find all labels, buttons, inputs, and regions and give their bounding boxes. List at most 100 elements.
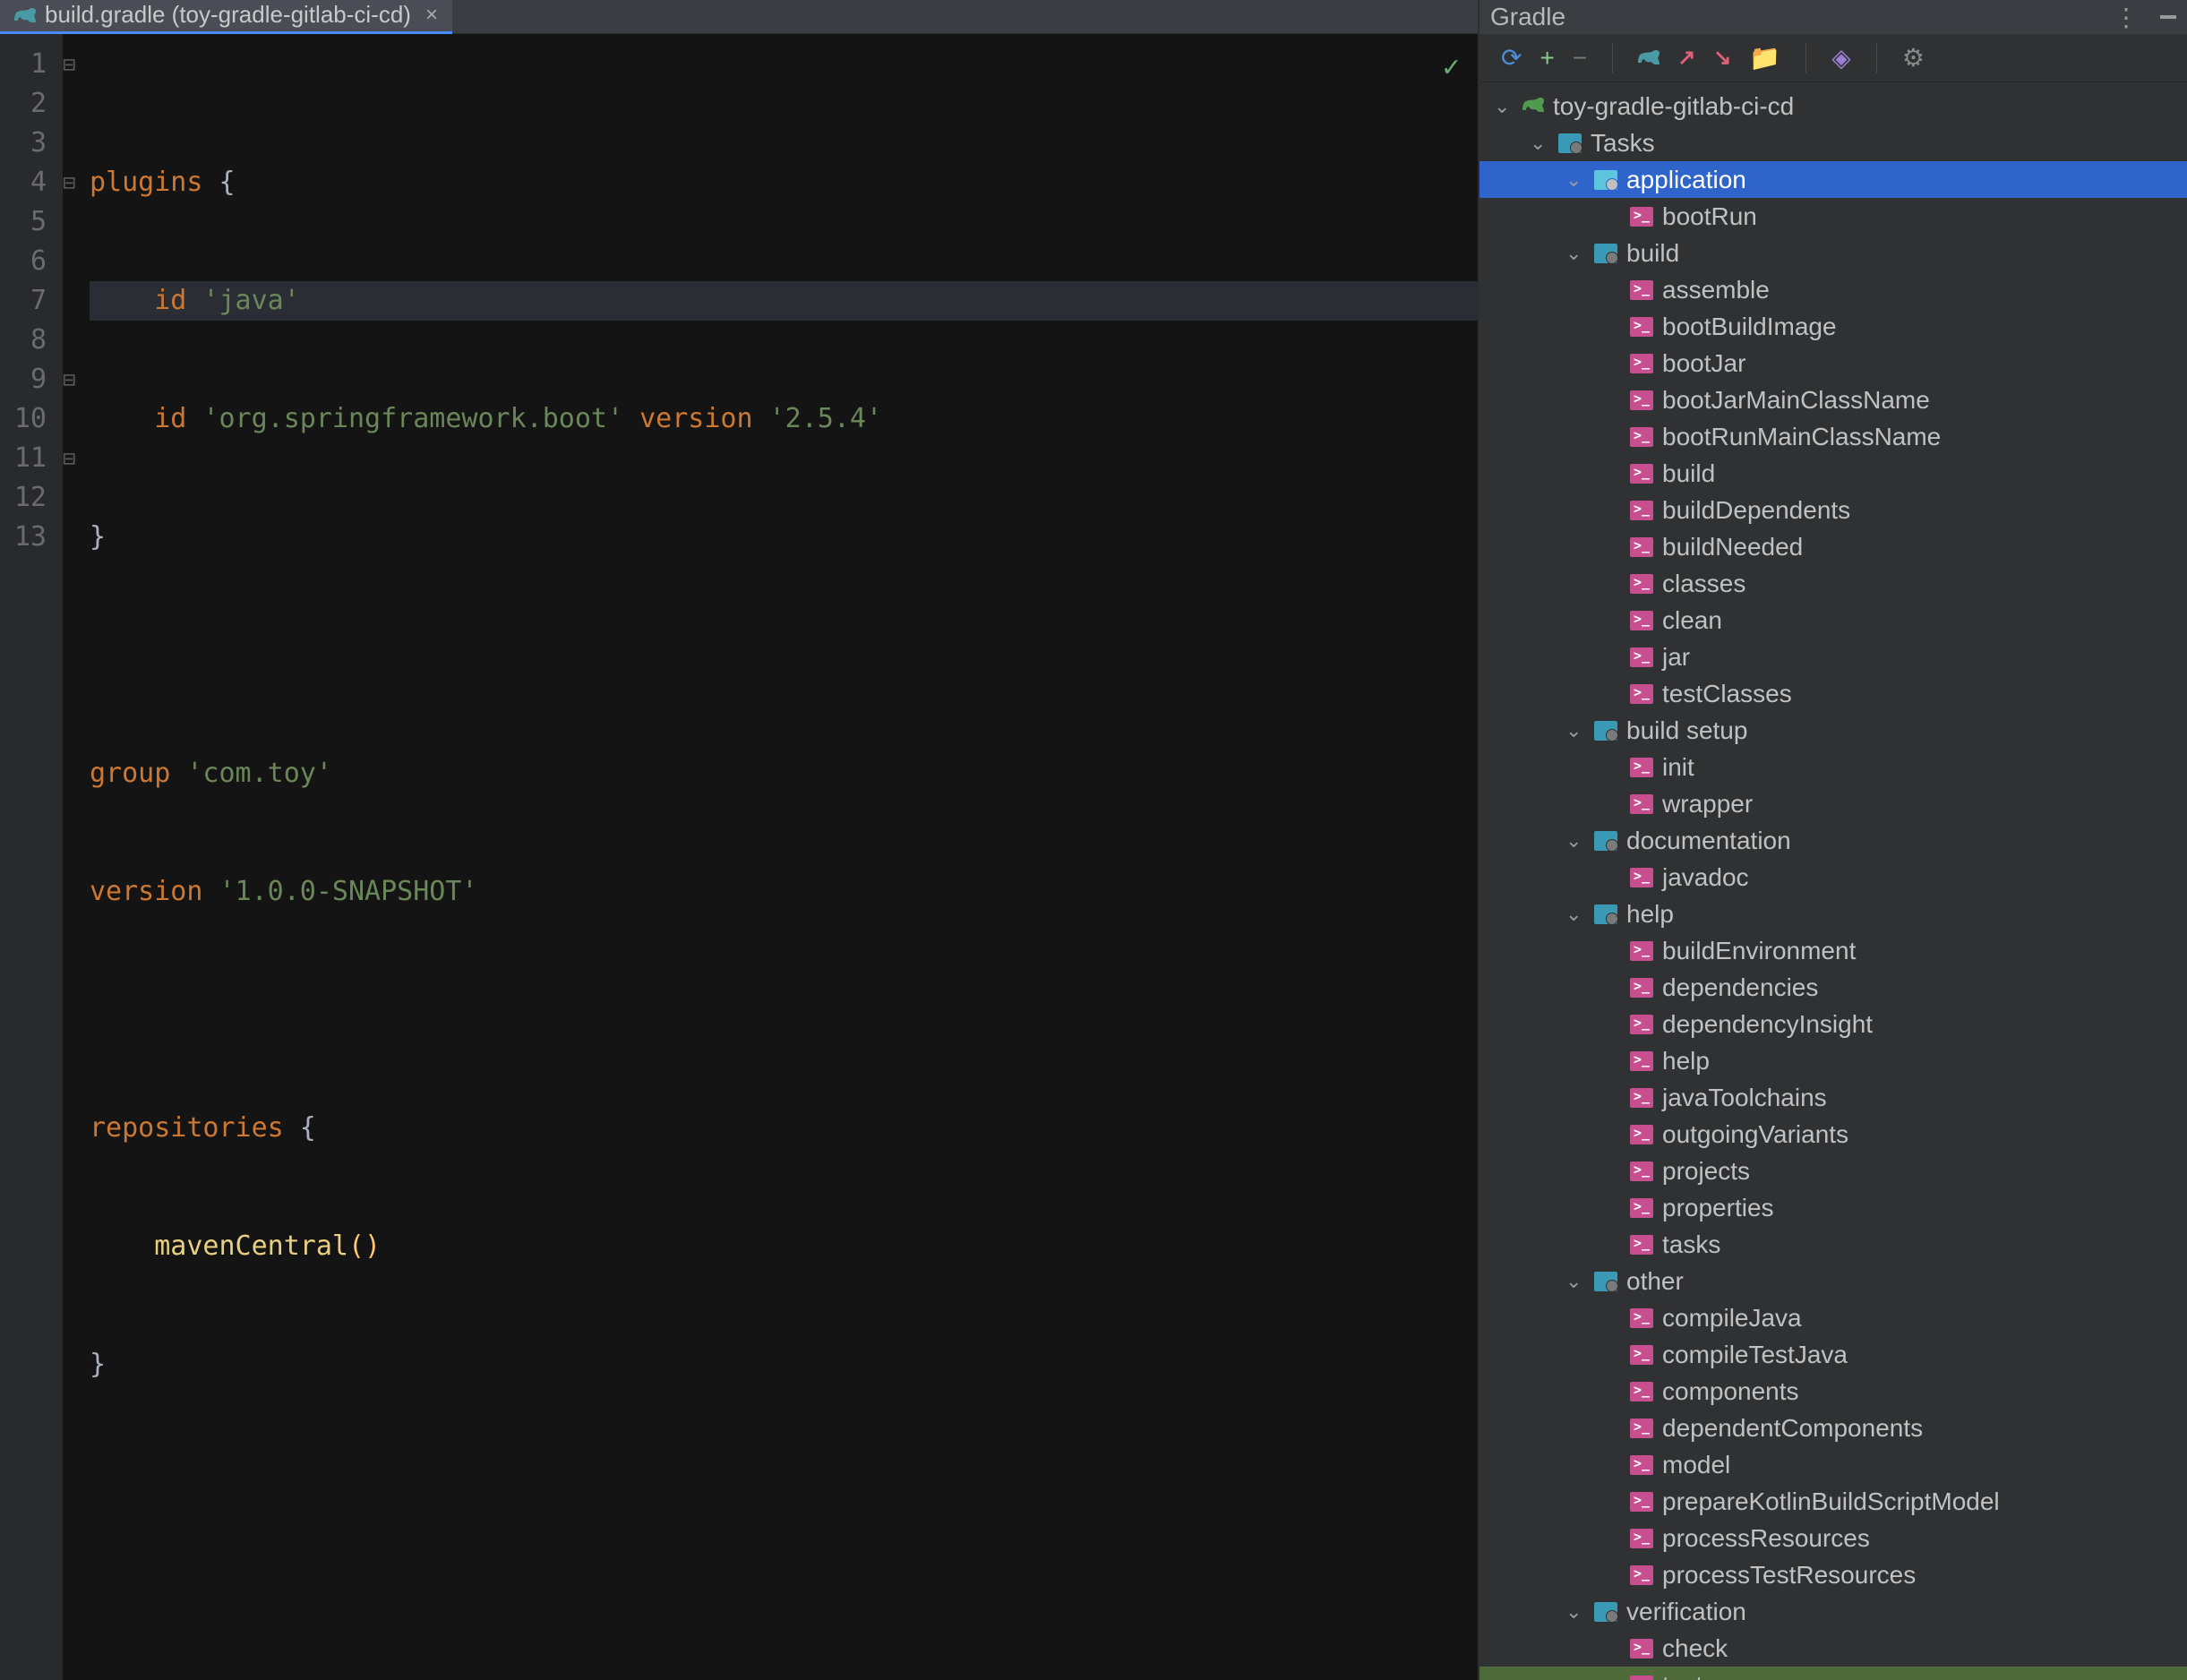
task-icon (1630, 1161, 1653, 1181)
add-icon[interactable]: + (1539, 44, 1554, 73)
close-icon[interactable]: × (425, 3, 438, 28)
more-options-icon[interactable]: ⋮ (2114, 3, 2137, 32)
task-row[interactable]: ·help (1479, 1042, 2187, 1079)
group-label: other (1626, 1267, 1684, 1296)
chevron-down-icon[interactable]: ⌄ (1565, 242, 1585, 265)
task-label: components (1662, 1377, 1799, 1406)
tasks-node[interactable]: ⌄ Tasks (1479, 124, 2187, 161)
task-row[interactable]: ·assemble (1479, 271, 2187, 308)
task-row[interactable]: ·outgoingVariants (1479, 1116, 2187, 1153)
task-icon (1630, 611, 1653, 630)
task-row[interactable]: ·test (1479, 1667, 2187, 1680)
remove-icon[interactable]: − (1573, 44, 1587, 73)
group-build-setup[interactable]: ⌄ build setup (1479, 712, 2187, 749)
chevron-down-icon[interactable]: ⌄ (1565, 1270, 1585, 1293)
offline-icon[interactable]: ◈ (1831, 43, 1851, 73)
task-row[interactable]: ·bootRunMainClassName (1479, 418, 2187, 455)
group-verification[interactable]: ⌄ verification (1479, 1593, 2187, 1630)
task-row[interactable]: ·bootJarMainClassName (1479, 381, 2187, 418)
task-row[interactable]: ·wrapper (1479, 785, 2187, 822)
task-label: prepareKotlinBuildScriptModel (1662, 1487, 2000, 1516)
chevron-down-icon[interactable]: ⌄ (1565, 168, 1585, 192)
task-row[interactable]: ·dependencies (1479, 969, 2187, 1006)
task-icon (1630, 207, 1653, 227)
task-icon (1630, 1345, 1653, 1365)
task-row[interactable]: ·properties (1479, 1189, 2187, 1226)
project-node[interactable]: ⌄ toy-gradle-gitlab-ci-cd (1479, 88, 2187, 124)
separator (1612, 43, 1613, 73)
task-label: test (1662, 1671, 1702, 1680)
task-row[interactable]: ·dependencyInsight (1479, 1006, 2187, 1042)
chevron-down-icon[interactable]: ⌄ (1565, 903, 1585, 926)
task-icon (1630, 1308, 1653, 1328)
task-label: dependencyInsight (1662, 1010, 1873, 1039)
task-icon (1630, 1125, 1653, 1144)
chevron-down-icon[interactable]: ⌄ (1565, 1600, 1585, 1624)
task-row[interactable]: ·testClasses (1479, 675, 2187, 712)
task-row[interactable]: ·compileTestJava (1479, 1336, 2187, 1373)
fold-end-icon[interactable]: ⊟ (63, 439, 90, 478)
group-build[interactable]: ⌄ build (1479, 235, 2187, 271)
task-row[interactable]: ·javadoc (1479, 859, 2187, 896)
task-row[interactable]: ·buildNeeded (1479, 528, 2187, 565)
task-row[interactable]: ·tasks (1479, 1226, 2187, 1263)
task-icon (1630, 1088, 1653, 1108)
task-label: dependencies (1662, 973, 1818, 1002)
file-tab[interactable]: build.gradle (toy-gradle-gitlab-ci-cd) × (0, 0, 452, 35)
group-documentation[interactable]: ⌄ documentation (1479, 822, 2187, 859)
task-row[interactable]: ·bootJar (1479, 345, 2187, 381)
expand-all-icon[interactable]: ↗ (1677, 45, 1695, 71)
group-help[interactable]: ⌄ help (1479, 896, 2187, 932)
task-row[interactable]: ·processResources (1479, 1520, 2187, 1556)
task-row[interactable]: ·projects (1479, 1153, 2187, 1189)
minimize-icon[interactable] (2160, 15, 2176, 19)
task-row[interactable]: ·bootBuildImage (1479, 308, 2187, 345)
chevron-down-icon[interactable]: ⌄ (1565, 719, 1585, 742)
gradle-tree[interactable]: ⌄ toy-gradle-gitlab-ci-cd ⌄ Tasks ⌄ appl… (1479, 82, 2187, 1680)
task-row[interactable]: ·compileJava (1479, 1299, 2187, 1336)
task-row[interactable]: ·processTestResources (1479, 1556, 2187, 1593)
task-row[interactable]: ·prepareKotlinBuildScriptModel (1479, 1483, 2187, 1520)
code-editor[interactable]: ✓ plugins { id 'java' id 'org.springfram… (90, 34, 1478, 1680)
line-number: 6 (0, 242, 47, 281)
task-label: bootBuildImage (1662, 313, 1837, 341)
task-label: projects (1662, 1157, 1750, 1186)
gear-icon[interactable]: ⚙ (1902, 43, 1925, 73)
task-label: wrapper (1662, 790, 1753, 819)
task-row[interactable]: ·build (1479, 455, 2187, 492)
task-row[interactable]: ·model (1479, 1446, 2187, 1483)
task-row[interactable]: ·buildEnvironment (1479, 932, 2187, 969)
task-label: processTestResources (1662, 1561, 1916, 1590)
chevron-down-icon[interactable]: ⌄ (1494, 95, 1514, 118)
task-label: outgoingVariants (1662, 1120, 1848, 1149)
task-row[interactable]: ·check (1479, 1630, 2187, 1667)
fold-end-icon[interactable]: ⊟ (63, 163, 90, 202)
task-label: tasks (1662, 1230, 1720, 1259)
task-label: buildEnvironment (1662, 937, 1856, 965)
task-row[interactable]: ·classes (1479, 565, 2187, 602)
chevron-down-icon[interactable]: ⌄ (1565, 829, 1585, 853)
refresh-icon[interactable]: ⟳ (1501, 43, 1522, 73)
folder-icon[interactable]: 📁 (1749, 43, 1780, 73)
task-row[interactable]: ·javaToolchains (1479, 1079, 2187, 1116)
task-bootRun[interactable]: · bootRun (1479, 198, 2187, 235)
gradle-toolbar: ⟳ + − ↗ ↘ 📁 ◈ ⚙ (1479, 34, 2187, 82)
collapse-all-icon[interactable]: ↘ (1713, 45, 1731, 71)
gradle-run-icon[interactable] (1638, 44, 1660, 73)
task-label: compileJava (1662, 1304, 1802, 1333)
group-application[interactable]: ⌄ application (1479, 161, 2187, 198)
task-row[interactable]: ·components (1479, 1373, 2187, 1410)
group-other[interactable]: ⌄ other (1479, 1263, 2187, 1299)
task-row[interactable]: ·init (1479, 749, 2187, 785)
task-row[interactable]: ·jar (1479, 639, 2187, 675)
task-label: javadoc (1662, 863, 1749, 892)
folder-icon (1558, 133, 1582, 153)
chevron-down-icon[interactable]: ⌄ (1530, 132, 1549, 155)
fold-icon[interactable]: ⊟ (63, 360, 90, 399)
fold-icon[interactable]: ⊟ (63, 45, 90, 84)
task-row[interactable]: ·clean (1479, 602, 2187, 639)
fold-column: ⊟ ⊟ ⊟ ⊟ (63, 34, 90, 1680)
analysis-ok-icon[interactable]: ✓ (1443, 47, 1460, 86)
task-row[interactable]: ·dependentComponents (1479, 1410, 2187, 1446)
task-row[interactable]: ·buildDependents (1479, 492, 2187, 528)
